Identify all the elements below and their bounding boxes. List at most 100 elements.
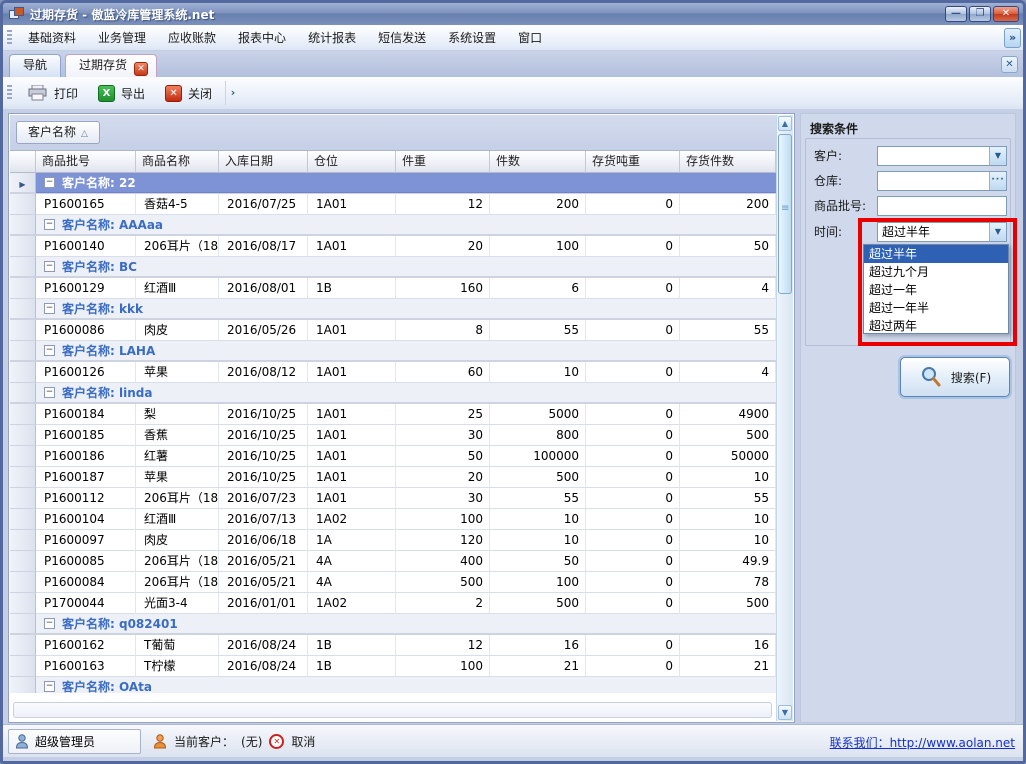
collapse-icon[interactable]: − bbox=[44, 261, 55, 272]
collapse-icon[interactable]: − bbox=[44, 681, 55, 692]
table-row[interactable]: P1600097肉皮2016/06/181A12010010 bbox=[10, 530, 776, 551]
customer-combo[interactable]: ▼ bbox=[877, 146, 1007, 166]
cell: 50000 bbox=[680, 446, 776, 467]
warehouse-picker[interactable]: ··· bbox=[877, 171, 1007, 191]
ellipsis-icon[interactable]: ··· bbox=[989, 172, 1006, 190]
toolbar-grip[interactable] bbox=[7, 85, 12, 101]
row-indicator bbox=[10, 467, 36, 488]
column-header-8[interactable]: 存货件数 bbox=[680, 151, 776, 173]
collapse-icon[interactable]: − bbox=[44, 387, 55, 398]
time-combo[interactable]: 超过半年 ▼ bbox=[877, 222, 1007, 242]
table-row[interactable]: P1600163T柠檬2016/08/241B10021021 bbox=[10, 656, 776, 677]
cell: 0 bbox=[586, 362, 680, 383]
menu-item-1[interactable]: 基础资料 bbox=[17, 25, 87, 50]
cell: 0 bbox=[586, 236, 680, 257]
close-tab-button[interactable]: ✕ 关闭 bbox=[156, 80, 221, 106]
minimize-button[interactable]: — bbox=[945, 6, 967, 22]
menu-item-5[interactable]: 统计报表 bbox=[297, 25, 367, 50]
export-button[interactable]: X 导出 bbox=[89, 80, 154, 106]
group-row[interactable]: ▶−客户名称: 22 bbox=[10, 173, 776, 194]
cell: 1A01 bbox=[308, 425, 396, 446]
tab-close-icon[interactable]: ✕ bbox=[134, 62, 148, 76]
table-row[interactable]: P1600126苹果2016/08/121A01601004 bbox=[10, 362, 776, 383]
time-value: 超过半年 bbox=[878, 223, 989, 241]
group-row[interactable]: −客户名称: AAAaa bbox=[10, 215, 776, 236]
column-header-2[interactable]: 商品名称 bbox=[136, 151, 219, 173]
maximize-button[interactable]: ❐ bbox=[969, 6, 991, 22]
menu-item-6[interactable]: 短信发送 bbox=[367, 25, 437, 50]
dropdown-option-3[interactable]: 超过一年 bbox=[864, 281, 1008, 299]
scrollbar-thumb[interactable] bbox=[778, 134, 792, 294]
column-header-5[interactable]: 件重 bbox=[396, 151, 490, 173]
cell: 20 bbox=[396, 467, 490, 488]
table-row[interactable]: P1600184梨2016/10/251A0125500004900 bbox=[10, 404, 776, 425]
table-row[interactable]: P1600084206耳片（18...2016/05/214A500100078 bbox=[10, 572, 776, 593]
table-row[interactable]: P1600186红薯2016/10/251A0150100000050000 bbox=[10, 446, 776, 467]
chevron-down-icon[interactable]: ▼ bbox=[989, 147, 1006, 165]
tab-expired-inventory[interactable]: 过期存货✕ bbox=[65, 54, 157, 77]
dropdown-option-4[interactable]: 超过一年半 bbox=[864, 299, 1008, 317]
group-by-button[interactable]: 客户名称△ bbox=[16, 121, 100, 144]
cell: 2016/07/13 bbox=[219, 509, 308, 530]
batch-input[interactable] bbox=[877, 196, 1007, 216]
cancel-circle-icon[interactable]: ✕ bbox=[269, 734, 284, 749]
menu-item-3[interactable]: 应收账款 bbox=[157, 25, 227, 50]
collapse-icon[interactable]: − bbox=[44, 345, 55, 356]
group-row[interactable]: −客户名称: OAta bbox=[10, 677, 776, 693]
group-row[interactable]: −客户名称: kkk bbox=[10, 299, 776, 320]
group-row[interactable]: −客户名称: q082401 bbox=[10, 614, 776, 635]
chevron-down-icon[interactable]: ▼ bbox=[989, 223, 1006, 241]
table-row[interactable]: P1600187苹果2016/10/251A0120500010 bbox=[10, 467, 776, 488]
search-button[interactable]: 搜索(F) bbox=[900, 357, 1010, 397]
column-header-3[interactable]: 入库日期 bbox=[219, 151, 308, 173]
cell: P1600104 bbox=[36, 509, 136, 530]
dropdown-option-1[interactable]: 超过半年 bbox=[864, 245, 1008, 263]
scroll-down-icon[interactable]: ▼ bbox=[778, 705, 792, 720]
cell: 10 bbox=[680, 509, 776, 530]
menu-item-4[interactable]: 报表中心 bbox=[227, 25, 297, 50]
toolbar-chevron-icon[interactable]: › bbox=[225, 81, 240, 105]
column-header-row: 商品批号商品名称入库日期仓位件重件数存货吨重存货件数 bbox=[10, 151, 776, 173]
table-row[interactable]: P1600165香菇4-52016/07/251A01122000200 bbox=[10, 194, 776, 215]
column-header-1[interactable]: 商品批号 bbox=[36, 151, 136, 173]
table-row[interactable]: P1600104红酒Ⅲ2016/07/131A0210010010 bbox=[10, 509, 776, 530]
contact-link[interactable]: 联系我们：http://www.aolan.net bbox=[830, 734, 1015, 751]
column-header-4[interactable]: 仓位 bbox=[308, 151, 396, 173]
column-header-6[interactable]: 件数 bbox=[490, 151, 586, 173]
table-row[interactable]: P1600185香蕉2016/10/251A01308000500 bbox=[10, 425, 776, 446]
collapse-icon[interactable]: − bbox=[44, 618, 55, 629]
table-row[interactable]: P1700044光面3-42016/01/011A0225000500 bbox=[10, 593, 776, 614]
tabstrip-close-icon[interactable]: ✕ bbox=[1001, 56, 1018, 73]
group-row[interactable]: −客户名称: LAHA bbox=[10, 341, 776, 362]
tab-navigation[interactable]: 导航 bbox=[9, 54, 61, 77]
cell: 2016/10/25 bbox=[219, 425, 308, 446]
cancel-label[interactable]: 取消 bbox=[291, 733, 315, 750]
dropdown-option-5[interactable]: 超过两年 bbox=[864, 317, 1008, 335]
table-row[interactable]: P1600086肉皮2016/05/261A01855055 bbox=[10, 320, 776, 341]
dropdown-option-2[interactable]: 超过九个月 bbox=[864, 263, 1008, 281]
column-header-7[interactable]: 存货吨重 bbox=[586, 151, 680, 173]
menu-item-8[interactable]: 窗口 bbox=[507, 25, 553, 50]
group-row[interactable]: −客户名称: linda bbox=[10, 383, 776, 404]
table-row[interactable]: P1600162T葡萄2016/08/241B1216016 bbox=[10, 635, 776, 656]
menu-grip[interactable] bbox=[7, 30, 12, 46]
vertical-scrollbar[interactable]: ▲ ▼ bbox=[776, 115, 793, 721]
menu-item-7[interactable]: 系统设置 bbox=[437, 25, 507, 50]
group-row[interactable]: −客户名称: BC bbox=[10, 257, 776, 278]
print-button[interactable]: 打印 bbox=[19, 80, 87, 106]
menu-item-2[interactable]: 业务管理 bbox=[87, 25, 157, 50]
close-button[interactable]: ✕ bbox=[993, 6, 1019, 22]
cell: 2016/08/24 bbox=[219, 635, 308, 656]
table-row[interactable]: P1600129红酒Ⅲ2016/08/011B160604 bbox=[10, 278, 776, 299]
cell: 100000 bbox=[490, 446, 586, 467]
indicator-header bbox=[10, 151, 36, 173]
table-row[interactable]: P1600085206耳片（18...2016/05/214A40050049.… bbox=[10, 551, 776, 572]
row-indicator bbox=[10, 383, 36, 403]
collapse-icon[interactable]: − bbox=[44, 177, 55, 188]
collapse-icon[interactable]: − bbox=[44, 219, 55, 230]
scroll-up-icon[interactable]: ▲ bbox=[778, 116, 792, 131]
menu-overflow-chevron-icon[interactable]: » bbox=[1004, 28, 1021, 48]
table-row[interactable]: P1600140206耳片（18...2016/08/171A012010005… bbox=[10, 236, 776, 257]
collapse-icon[interactable]: − bbox=[44, 303, 55, 314]
table-row[interactable]: P1600112206耳片（18...2016/07/231A013055055 bbox=[10, 488, 776, 509]
